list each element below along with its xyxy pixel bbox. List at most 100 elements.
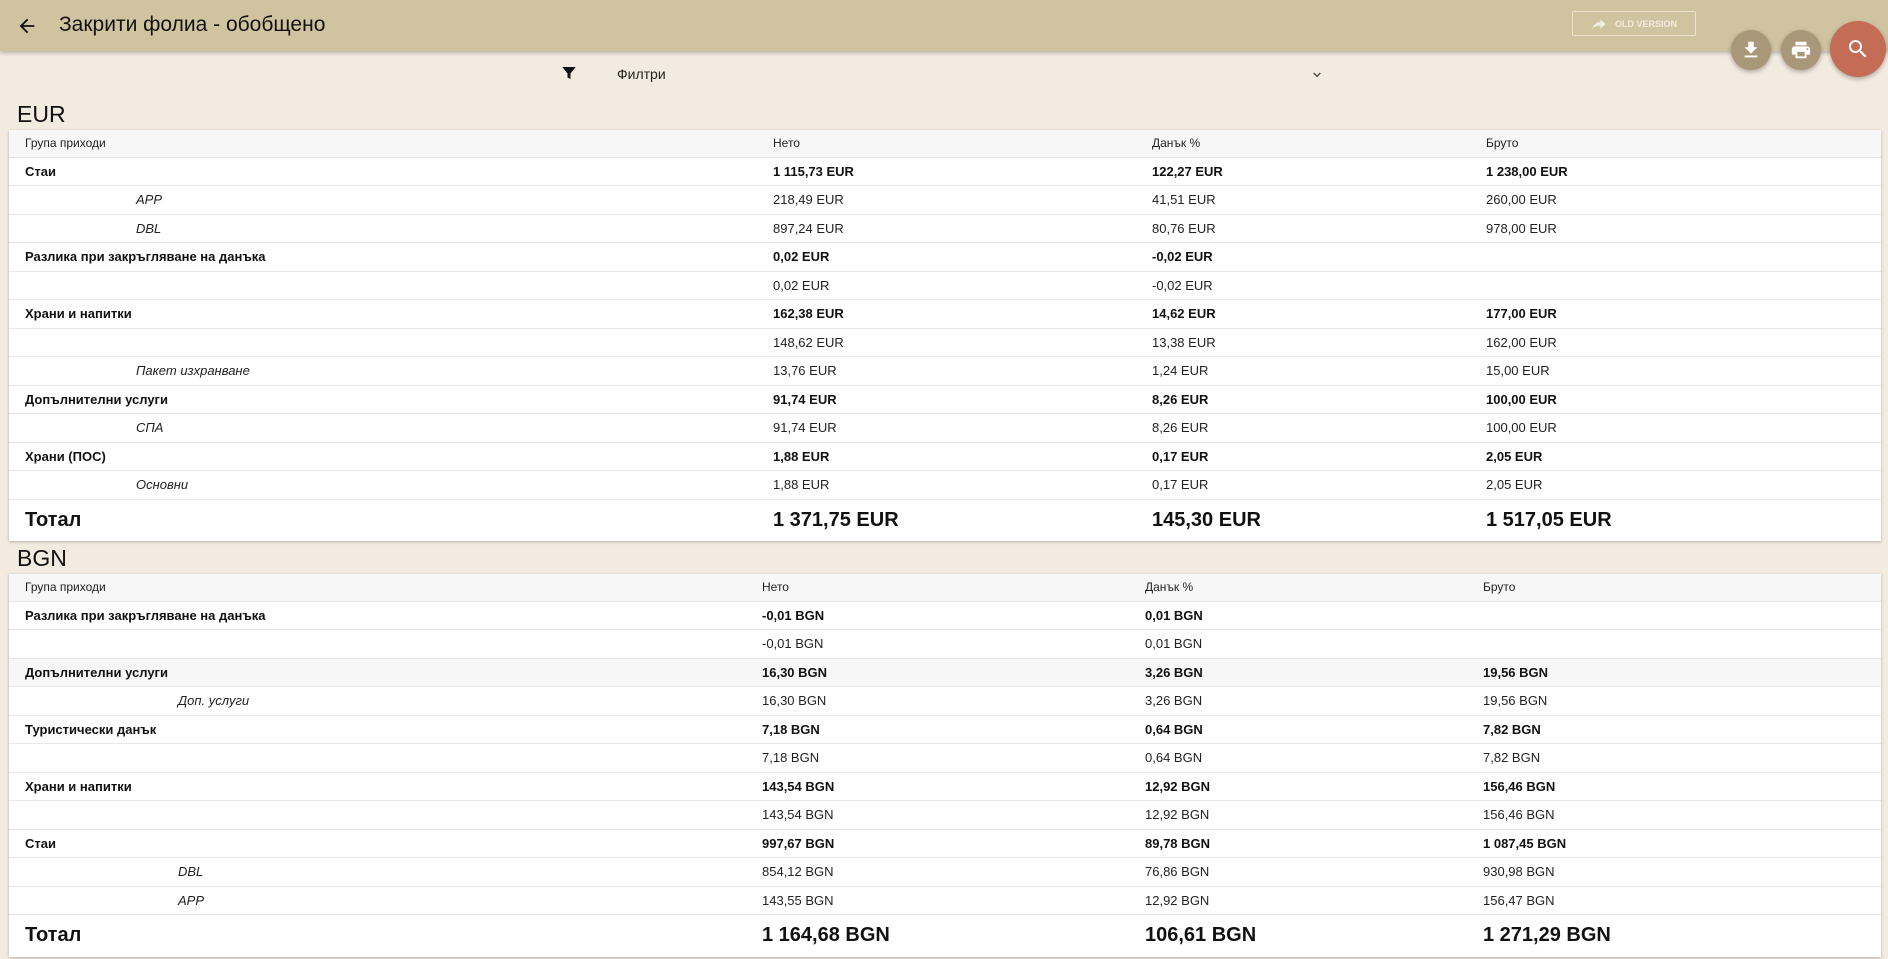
tax-cell: 89,78 BGN bbox=[1129, 829, 1467, 858]
gross-cell: 156,46 BGN bbox=[1467, 772, 1881, 801]
tax-cell: 3,26 BGN bbox=[1129, 658, 1467, 687]
group-name-cell bbox=[9, 328, 757, 357]
group-name-cell bbox=[9, 743, 746, 773]
old-version-button[interactable]: OLD VERSION bbox=[1572, 11, 1696, 36]
gross-cell: 100,00 EUR bbox=[1470, 413, 1881, 443]
gross-cell: 2,05 EUR bbox=[1470, 470, 1881, 500]
bgn-section-title: BGN bbox=[17, 545, 67, 571]
net-cell: 143,54 BGN bbox=[746, 800, 1129, 830]
group-name-cell: Туристически данък bbox=[9, 715, 746, 744]
tax-cell: 0,17 EUR bbox=[1136, 442, 1470, 471]
group-name-cell: Допълнителни услуги bbox=[9, 658, 746, 687]
table-row: APP 218,49 EUR 41,51 EUR 260,00 EUR bbox=[9, 185, 1881, 215]
column-header-net: Нето bbox=[757, 130, 1136, 158]
gross-cell: 15,00 EUR bbox=[1470, 356, 1881, 386]
bgn-table-card: Група приходи Нето Данък % Бруто Разлика… bbox=[9, 574, 1881, 957]
table-row: DBL 897,24 EUR 80,76 EUR 978,00 EUR bbox=[9, 214, 1881, 243]
total-net: 1 164,68 BGN bbox=[762, 924, 890, 947]
group-name-cell bbox=[9, 629, 746, 659]
total-row: Тотал 1 164,68 BGN 106,61 BGN 1 271,29 BGN bbox=[9, 915, 1881, 957]
tax-cell: 13,38 EUR bbox=[1136, 328, 1470, 357]
gross-cell: 7,82 BGN bbox=[1467, 743, 1881, 773]
table-row: 0,02 EUR -0,02 EUR bbox=[9, 271, 1881, 300]
tax-cell: 8,26 EUR bbox=[1136, 413, 1470, 443]
filters-label: Филтри bbox=[617, 66, 666, 82]
search-button[interactable] bbox=[1830, 21, 1886, 77]
table-row: Разлика при закръгляване на данъка -0,01 … bbox=[9, 601, 1881, 630]
arrow-back-icon bbox=[19, 18, 35, 34]
total-gross: 1 517,05 EUR bbox=[1486, 508, 1612, 531]
gross-cell: 2,05 EUR bbox=[1470, 442, 1881, 471]
table-row: 143,54 BGN 12,92 BGN 156,46 BGN bbox=[9, 800, 1881, 830]
top-app-bar: Закрити фолиа - обобщено OLD VERSION bbox=[0, 0, 1888, 51]
group-name-cell: Доп. услуги bbox=[9, 686, 746, 716]
table-row: Пакет изхранване 13,76 EUR 1,24 EUR 15,00 E… bbox=[9, 356, 1881, 386]
group-name-cell bbox=[9, 800, 746, 830]
tax-cell: 8,26 EUR bbox=[1136, 385, 1470, 414]
eur-section-title: EUR bbox=[17, 101, 66, 127]
tax-cell: 12,92 BGN bbox=[1129, 886, 1467, 915]
net-cell: 148,62 EUR bbox=[757, 328, 1136, 357]
group-name-cell: Храни (ПОС) bbox=[9, 442, 757, 471]
table-row: Храни и напитки 143,54 BGN 12,92 BGN 156,46… bbox=[9, 772, 1881, 801]
gross-cell bbox=[1470, 271, 1881, 300]
net-cell: 91,74 EUR bbox=[757, 385, 1136, 414]
column-header-net: Нето bbox=[746, 574, 1129, 602]
net-cell: 0,02 EUR bbox=[757, 271, 1136, 300]
group-name-cell: Разлика при закръгляване на данъка bbox=[9, 601, 746, 630]
net-cell: 13,76 EUR bbox=[757, 356, 1136, 386]
group-name-cell: Стаи bbox=[9, 829, 746, 858]
tax-cell: 122,27 EUR bbox=[1136, 157, 1470, 186]
tax-cell: 0,64 BGN bbox=[1129, 743, 1467, 773]
tax-cell: 0,01 BGN bbox=[1129, 629, 1467, 659]
redirect-arrow-icon bbox=[1592, 18, 1606, 29]
group-name-cell: Разлика при закръгляване на данъка bbox=[9, 242, 757, 272]
column-header-gross: Бруто bbox=[1467, 574, 1881, 602]
net-cell: 854,12 BGN bbox=[746, 857, 1129, 887]
gross-cell: 1 238,00 EUR bbox=[1470, 157, 1881, 186]
table-header-row: Група приходи Нето Данък % Бруто bbox=[9, 130, 1881, 158]
filters-toggle[interactable]: Филтри bbox=[560, 58, 1330, 88]
net-cell: 143,55 BGN bbox=[746, 886, 1129, 915]
back-button[interactable] bbox=[12, 11, 42, 41]
print-button[interactable] bbox=[1781, 30, 1821, 70]
group-name-cell: DBL bbox=[9, 214, 757, 243]
table-row: DBL 854,12 BGN 76,86 BGN 930,98 BGN bbox=[9, 857, 1881, 887]
tax-cell: 12,92 BGN bbox=[1129, 800, 1467, 830]
old-version-label: OLD VERSION bbox=[1614, 18, 1677, 29]
table-header-row: Група приходи Нето Данък % Бруто bbox=[9, 574, 1881, 602]
total-label: Тотал bbox=[25, 508, 82, 531]
eur-table-card: Група приходи Нето Данък % Бруто Стаи 1 1… bbox=[9, 130, 1881, 541]
gross-cell: 260,00 EUR bbox=[1470, 185, 1881, 215]
table-row: Стаи 1 115,73 EUR 122,27 EUR 1 238,00 EUR bbox=[9, 157, 1881, 186]
gross-cell: 100,00 EUR bbox=[1470, 385, 1881, 414]
gross-cell: 156,47 BGN bbox=[1467, 886, 1881, 915]
table-row: 7,18 BGN 0,64 BGN 7,82 BGN bbox=[9, 743, 1881, 773]
column-header-tax: Данък % bbox=[1129, 574, 1467, 602]
search-icon bbox=[1849, 40, 1867, 58]
net-cell: 7,18 BGN bbox=[746, 715, 1129, 744]
tax-cell: 12,92 BGN bbox=[1129, 772, 1467, 801]
table-row: Туристически данък 7,18 BGN 0,64 BGN 7,82 B… bbox=[9, 715, 1881, 744]
net-cell: -0,01 BGN bbox=[746, 629, 1129, 659]
tax-cell: 0,01 BGN bbox=[1129, 601, 1467, 630]
table-row: Храни и напитки 162,38 EUR 14,62 EUR 177,00… bbox=[9, 299, 1881, 329]
gross-cell bbox=[1467, 601, 1881, 630]
group-name-cell: APP bbox=[9, 886, 746, 915]
table-row: СПА 91,74 EUR 8,26 EUR 100,00 EUR bbox=[9, 413, 1881, 443]
print-icon bbox=[1791, 41, 1811, 59]
column-header-group: Група приходи bbox=[9, 130, 757, 158]
column-header-gross: Бруто bbox=[1470, 130, 1881, 158]
chevron-down-icon bbox=[1313, 72, 1321, 78]
tax-cell: 3,26 BGN bbox=[1129, 686, 1467, 716]
page-title: Закрити фолиа - обобщено bbox=[59, 13, 326, 36]
tax-cell: 80,76 EUR bbox=[1136, 214, 1470, 243]
group-name-cell: Стаи bbox=[9, 157, 757, 186]
net-cell: 1 115,73 EUR bbox=[757, 157, 1136, 186]
download-button[interactable] bbox=[1731, 30, 1771, 70]
gross-cell bbox=[1467, 629, 1881, 659]
table-row: Храни (ПОС) 1,88 EUR 0,17 EUR 2,05 EUR bbox=[9, 442, 1881, 471]
net-cell: 1,88 EUR bbox=[757, 442, 1136, 471]
net-cell: 897,24 EUR bbox=[757, 214, 1136, 243]
gross-cell: 7,82 BGN bbox=[1467, 715, 1881, 744]
